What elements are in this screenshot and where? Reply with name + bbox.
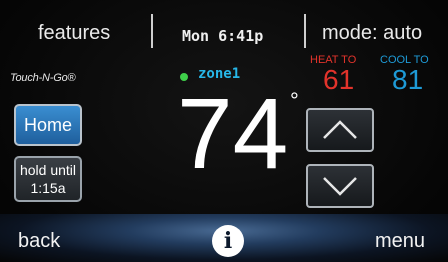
degree-symbol: ° bbox=[290, 88, 299, 113]
info-icon: i bbox=[223, 228, 233, 254]
thermostat-screen: features Mon 6:41p mode: auto HEAT TO CO… bbox=[0, 0, 448, 262]
heat-setpoint[interactable]: 61 bbox=[323, 64, 354, 96]
mode-button[interactable]: mode: auto bbox=[322, 22, 422, 45]
home-button[interactable]: Home bbox=[14, 104, 82, 146]
info-button[interactable]: i bbox=[212, 225, 244, 257]
increase-temperature-button[interactable] bbox=[306, 108, 374, 152]
chevron-up-icon bbox=[323, 120, 357, 139]
hold-time: 1:15a bbox=[30, 180, 66, 196]
cool-setpoint[interactable]: 81 bbox=[392, 64, 423, 96]
chevron-down-icon bbox=[323, 177, 357, 196]
brand-logo: Touch-N-Go® bbox=[10, 72, 76, 84]
current-temperature: 74 bbox=[177, 78, 289, 190]
divider bbox=[304, 14, 306, 48]
home-button-label: Home bbox=[23, 115, 72, 135]
back-button[interactable]: back bbox=[18, 230, 60, 253]
menu-button[interactable]: menu bbox=[375, 230, 425, 253]
date-time-display: Mon 6:41p bbox=[182, 27, 264, 45]
hold-until-button[interactable]: hold until 1:15a bbox=[14, 156, 82, 202]
divider bbox=[151, 14, 153, 48]
decrease-temperature-button[interactable] bbox=[306, 164, 374, 208]
hold-label: hold until bbox=[19, 162, 77, 178]
features-button[interactable]: features bbox=[38, 22, 110, 45]
